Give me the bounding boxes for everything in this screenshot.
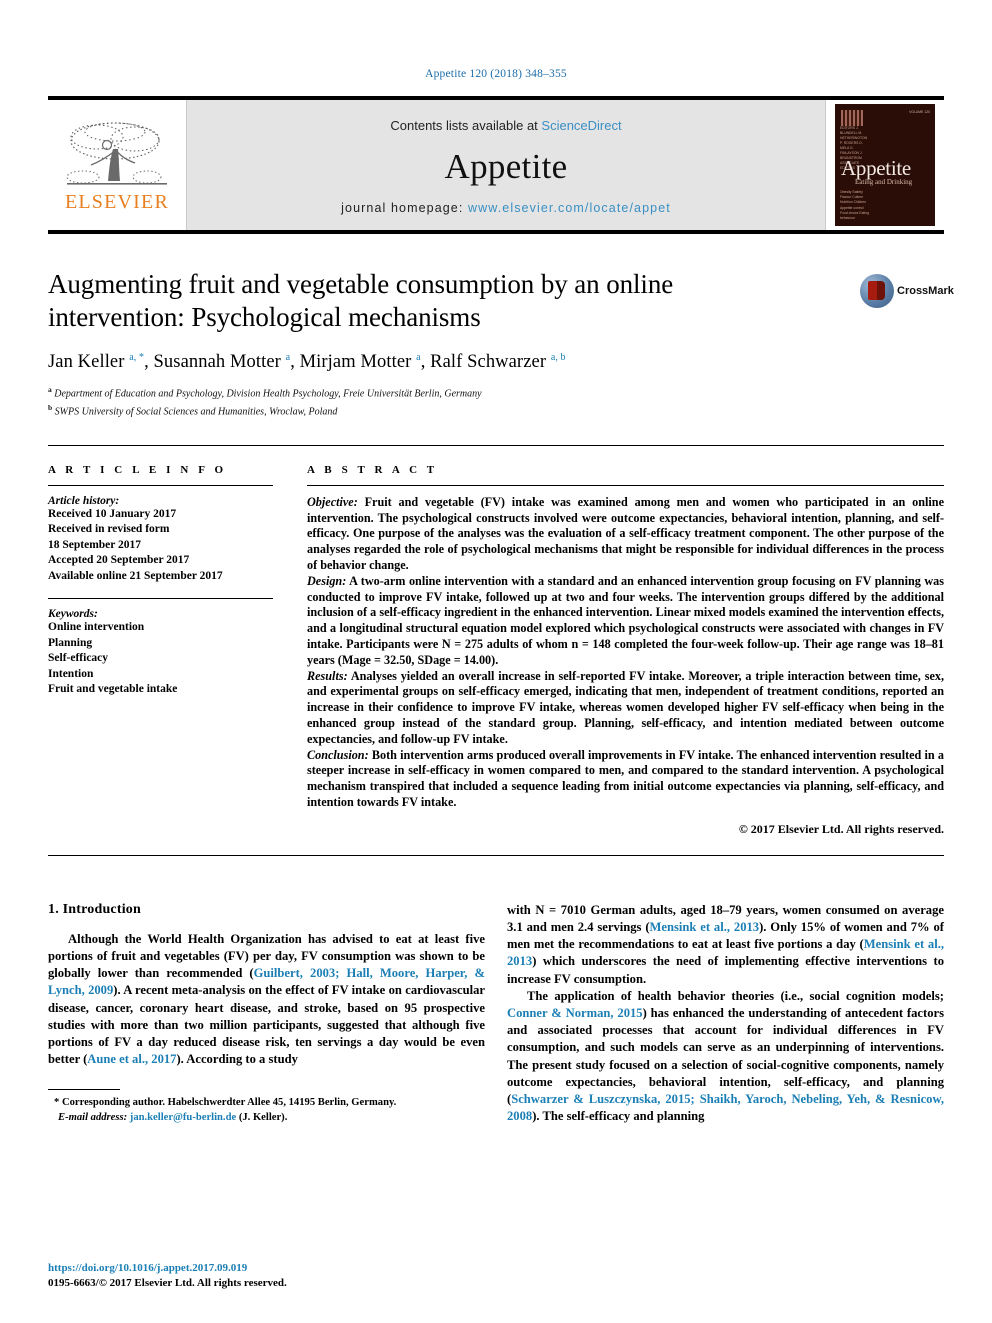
abstract-bottom-rule <box>48 854 944 856</box>
abstract-design-text: A two-arm online intervention with a sta… <box>307 573 944 667</box>
affiliation-mark: a <box>48 385 52 395</box>
abstract-design: Design: A two-arm online intervention wi… <box>307 574 944 669</box>
history-item: Available online 21 September 2017 <box>48 569 223 582</box>
affiliation-item: a Department of Education and Psychology… <box>48 383 944 401</box>
crossmark-icon <box>860 274 894 308</box>
history-item: Accepted 20 September 2017 <box>48 554 190 567</box>
homepage-label: journal homepage: <box>341 200 468 215</box>
footnote-area: * Corresponding author. Habelschwerdter … <box>48 1089 485 1125</box>
affiliation-item: b SWPS University of Social Sciences and… <box>48 401 944 419</box>
email-link[interactable]: jan.keller@fu-berlin.de <box>127 1112 236 1123</box>
abstract-results-label: Results: <box>307 668 348 683</box>
masthead-center: Contents lists available at ScienceDirec… <box>187 100 825 230</box>
abstract-objective-text: Fruit and vegetable (FV) intake was exam… <box>307 494 944 572</box>
footnote-text: Corresponding author. Habelschwerdter Al… <box>59 1097 397 1109</box>
corresponding-author-footnote: * Corresponding author. Habelschwerdter … <box>48 1096 485 1125</box>
info-abstract-row: A R T I C L E I N F O Article history: R… <box>48 446 944 837</box>
paper-page: Appetite 120 (2018) 348–355 ELSEVIER Con… <box>0 0 992 1323</box>
text-run: ). According to a study <box>176 1052 298 1067</box>
affiliation-text: Department of Education and Psychology, … <box>54 388 482 400</box>
abstract-conclusion-label: Conclusion: <box>307 747 369 762</box>
page-footer: https://doi.org/10.1016/j.appet.2017.09.… <box>48 1261 287 1291</box>
sciencedirect-link[interactable]: ScienceDirect <box>541 118 621 133</box>
paragraph: Although the World Health Organization h… <box>48 931 485 1069</box>
abstract-objective: Objective: Fruit and vegetable (FV) inta… <box>307 495 944 574</box>
crossmark-badge-group[interactable]: CrossMark <box>860 274 954 308</box>
citation-link[interactable]: Mensink et al., 2013 <box>650 920 760 934</box>
article-info-heading: A R T I C L E I N F O <box>48 463 227 476</box>
footnote-rule <box>48 1089 120 1091</box>
keyword-item: Self-efficacy <box>48 652 109 665</box>
abstract-design-label: Design: <box>307 573 347 588</box>
doi-link[interactable]: https://doi.org/10.1016/j.appet.2017.09.… <box>48 1261 287 1276</box>
history-item: Received in revised form <box>48 523 170 536</box>
email-owner: (J. Keller). <box>236 1111 288 1123</box>
abstract-conclusion: Conclusion: Both intervention arms produ… <box>307 748 944 811</box>
body-column-left: 1. Introduction Although the World Healt… <box>48 902 485 1126</box>
keywords-label: Keywords: <box>48 608 98 621</box>
contents-prefix: Contents lists available at <box>390 117 542 133</box>
text-run: ) has enhanced the understanding of ante… <box>507 1005 944 1106</box>
citation-link[interactable]: Aune et al., 2017 <box>87 1052 176 1066</box>
title-block: CrossMark Augmenting fruit and vegetable… <box>48 268 954 419</box>
keywords-list: Online intervention Planning Self-effica… <box>48 620 273 698</box>
article-history-list: Received 10 January 2017 Received in rev… <box>48 507 273 585</box>
abstract-rule <box>307 484 944 486</box>
section-heading-introduction: 1. Introduction <box>48 901 141 917</box>
publisher-logo: ELSEVIER <box>48 100 187 230</box>
keyword-item: Planning <box>48 636 93 649</box>
body-column-right: with N = 7010 German adults, aged 18–79 … <box>507 902 944 1126</box>
cover-image: VOLUME 120 EDITORS J. BLUNDELL M. HETHER… <box>835 104 935 226</box>
abstract-body: Objective: Fruit and vegetable (FV) inta… <box>307 495 944 811</box>
citation-link[interactable]: Conner & Norman, 2015 <box>507 1006 643 1020</box>
abstract-copyright: © 2017 Elsevier Ltd. All rights reserved… <box>738 821 944 836</box>
abstract-column: A B S T R A C T Objective: Fruit and veg… <box>291 464 944 837</box>
abstract-heading: A B S T R A C T <box>307 463 438 476</box>
contents-list-line: Contents lists available at ScienceDirec… <box>390 118 621 133</box>
text-run: The application of health behavior theor… <box>527 988 944 1003</box>
elsevier-tree-icon <box>66 121 167 185</box>
journal-masthead: ELSEVIER Contents lists available at Sci… <box>48 96 944 234</box>
body-columns: 1. Introduction Although the World Healt… <box>48 902 944 1126</box>
running-head: Appetite 120 (2018) 348–355 <box>425 68 567 80</box>
cover-chip-graphic <box>841 110 863 126</box>
keyword-item: Online intervention <box>48 621 145 634</box>
abstract-conclusion-text: Both intervention arms produced overall … <box>307 747 944 809</box>
affiliation-text: SWPS University of Social Sciences and H… <box>54 406 338 418</box>
paragraph: with N = 7010 German adults, aged 18–79 … <box>507 902 944 988</box>
paragraph: The application of health behavior theor… <box>507 988 944 1126</box>
history-item: 18 September 2017 <box>48 538 142 551</box>
author-list: Jan Keller a, *, Susannah Motter a, Mirj… <box>48 352 566 373</box>
cover-topic-list: Obesity Satiety Flavour Culture Nutritio… <box>840 190 870 221</box>
affiliation-mark: b <box>48 402 53 412</box>
homepage-url[interactable]: www.elsevier.com/locate/appet <box>468 201 671 215</box>
elsevier-wordmark: ELSEVIER <box>64 190 170 213</box>
journal-cover-thumbnail: VOLUME 120 EDITORS J. BLUNDELL M. HETHER… <box>825 100 944 230</box>
abstract-objective-label: Objective: <box>307 494 358 509</box>
journal-title: Appetite <box>444 146 568 186</box>
text-run: ). The self-efficacy and planning <box>532 1109 705 1124</box>
crossmark-label: CrossMark <box>897 285 954 297</box>
abstract-results-text: Analyses yielded an overall increase in … <box>307 668 944 746</box>
affiliation-list: a Department of Education and Psychology… <box>48 383 944 419</box>
keyword-item: Intention <box>48 667 94 680</box>
cover-volume-label: VOLUME 120 <box>909 110 930 114</box>
article-info-rule <box>48 484 273 486</box>
keywords-rule <box>48 598 273 600</box>
intro-paragraph-left: Although the World Health Organization h… <box>48 931 485 1069</box>
page-title: Augmenting fruit and vegetable consumpti… <box>48 269 674 332</box>
issn-copyright: 0195-6663/© 2017 Elsevier Ltd. All right… <box>48 1277 287 1289</box>
keyword-item: Fruit and vegetable intake <box>48 683 178 696</box>
text-run: ) which underscores the need of implemen… <box>507 954 944 986</box>
journal-homepage-line: journal homepage: www.elsevier.com/locat… <box>341 201 671 215</box>
article-info-column: A R T I C L E I N F O Article history: R… <box>48 464 291 837</box>
email-label: E-mail address: <box>58 1111 128 1123</box>
article-history-label: Article history: <box>48 494 120 507</box>
cover-subtitle: Eating and Drinking <box>855 178 913 186</box>
intro-paragraphs-right: with N = 7010 German adults, aged 18–79 … <box>507 902 944 1126</box>
abstract-results: Results: Analyses yielded an overall inc… <box>307 669 944 748</box>
history-item: Received 10 January 2017 <box>48 507 177 520</box>
